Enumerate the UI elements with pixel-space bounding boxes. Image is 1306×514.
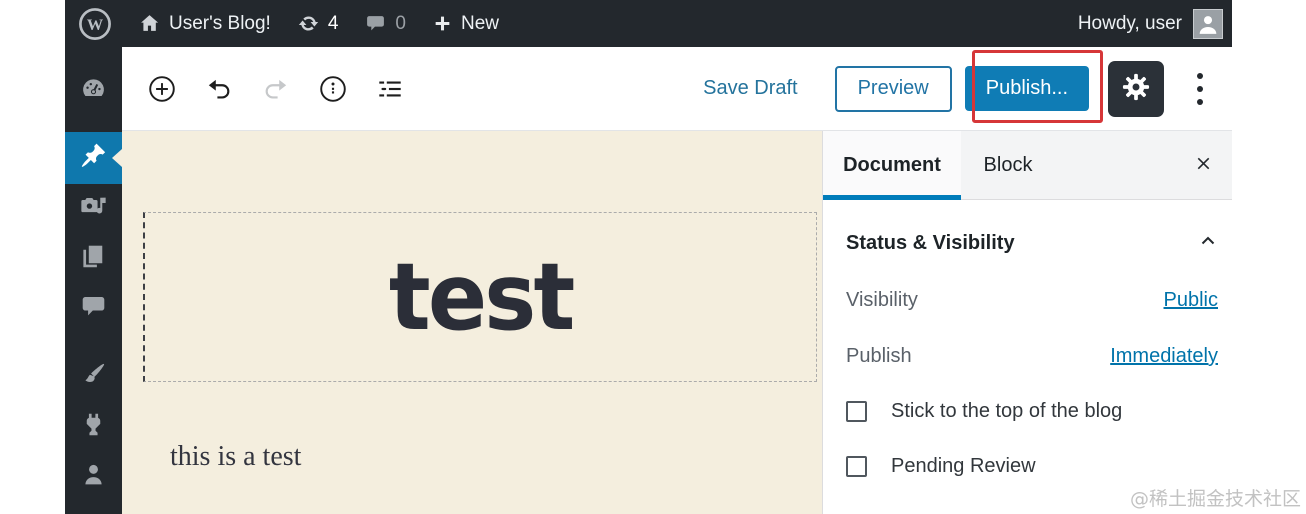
undo-button[interactable] (200, 70, 238, 108)
visibility-label: Visibility (846, 289, 918, 311)
avatar (1193, 8, 1223, 39)
settings-panel: Document Block Status & Visibility Visib… (822, 131, 1232, 514)
publish-label: Publish (846, 345, 912, 367)
visibility-row: Visibility Public (846, 289, 1218, 312)
sidebar-item-users[interactable] (65, 452, 122, 502)
comments-icon (80, 293, 107, 325)
sidebar-item-plugins[interactable] (65, 402, 122, 452)
paintbrush-icon (80, 361, 107, 393)
dashboard-icon (80, 75, 107, 107)
editor-toolbar: Save Draft Preview Publish... (122, 47, 1232, 131)
toolbar-left-group (122, 70, 409, 108)
active-menu-arrow (112, 149, 122, 167)
settings-panel-header: Document Block (823, 131, 1232, 200)
wordpress-logo-icon[interactable]: W (78, 7, 112, 41)
list-view-button[interactable] (371, 70, 409, 108)
sidebar-item-media[interactable] (65, 184, 122, 234)
sidebar-item-pages[interactable] (65, 234, 122, 284)
comments-menu[interactable]: 0 (365, 13, 406, 35)
save-draft-button[interactable]: Save Draft (703, 77, 797, 100)
svg-text:W: W (87, 15, 104, 34)
editor-canvas[interactable]: test this is a test (122, 131, 822, 514)
pending-review-checkbox-row: Pending Review (846, 455, 1218, 478)
post-title-block[interactable]: test (143, 212, 817, 382)
admin-bar-account[interactable]: Howdy, user (1077, 8, 1223, 39)
section-title: Status & Visibility (846, 232, 1015, 254)
plus-icon (433, 14, 452, 33)
tab-block[interactable]: Block (961, 131, 1055, 199)
home-icon (139, 13, 160, 34)
more-options-button[interactable] (1193, 69, 1207, 109)
wordpress-editor-screen: W User's Blog! 4 0 New Howdy, user Save … (0, 0, 1306, 514)
sticky-checkbox-row: Stick to the top of the blog (846, 400, 1218, 423)
admin-bar: W User's Blog! 4 0 New Howdy, user (65, 0, 1232, 47)
plug-icon (80, 411, 107, 443)
watermark-text: @稀土掘金技术社区 (1129, 488, 1301, 510)
post-paragraph[interactable]: this is a test (170, 441, 301, 473)
gear-icon (1120, 71, 1152, 106)
toolbar-right-group: Save Draft Preview Publish... (703, 60, 1232, 117)
dot-icon (1197, 85, 1203, 92)
update-count: 4 (327, 12, 339, 34)
sidebar-item-appearance[interactable] (65, 352, 122, 402)
close-icon (1194, 154, 1213, 176)
sidebar-item-comments[interactable] (65, 284, 122, 334)
info-button[interactable] (314, 70, 352, 108)
status-visibility-section-toggle[interactable]: Status & Visibility (846, 231, 1218, 256)
publish-row: Publish Immediately (846, 345, 1218, 368)
publish-button[interactable]: Publish... (964, 66, 1089, 111)
pending-review-checkbox-label[interactable]: Pending Review (891, 455, 1036, 478)
preview-button[interactable]: Preview (834, 65, 952, 112)
close-settings-button[interactable] (1186, 148, 1220, 182)
add-block-button[interactable] (143, 70, 181, 108)
sidebar-item-dashboard[interactable] (65, 66, 122, 116)
user-icon (80, 461, 107, 493)
comment-bubble-icon (365, 13, 386, 34)
site-name-label: User's Blog! (169, 12, 271, 34)
pending-review-checkbox[interactable] (846, 456, 867, 477)
new-content-menu[interactable]: New (433, 13, 499, 35)
chevron-up-icon (1198, 231, 1218, 256)
new-label: New (460, 12, 499, 34)
pushpin-icon (80, 142, 107, 174)
comment-count: 0 (395, 12, 406, 34)
sticky-checkbox[interactable] (846, 401, 867, 422)
settings-gear-button[interactable] (1108, 60, 1164, 117)
media-icon (80, 193, 107, 225)
sticky-checkbox-label[interactable]: Stick to the top of the blog (891, 400, 1122, 423)
sidebar-item-posts-active[interactable] (65, 132, 122, 184)
update-icon (298, 13, 319, 34)
updates-menu[interactable]: 4 (298, 12, 339, 35)
redo-button[interactable] (257, 70, 295, 108)
publish-value-link[interactable]: Immediately (1110, 345, 1218, 368)
site-name-menu[interactable]: User's Blog! (139, 13, 271, 35)
visibility-value-link[interactable]: Public (1164, 289, 1218, 312)
howdy-label: Howdy, user (1077, 12, 1182, 34)
dot-icon (1197, 98, 1203, 105)
tab-document[interactable]: Document (823, 131, 961, 200)
admin-sidebar (65, 47, 122, 514)
post-title-text[interactable]: test (389, 250, 575, 344)
pages-icon (80, 243, 107, 275)
dot-icon (1197, 72, 1203, 79)
settings-panel-body: Status & Visibility Visibility Public Pu… (823, 231, 1232, 478)
